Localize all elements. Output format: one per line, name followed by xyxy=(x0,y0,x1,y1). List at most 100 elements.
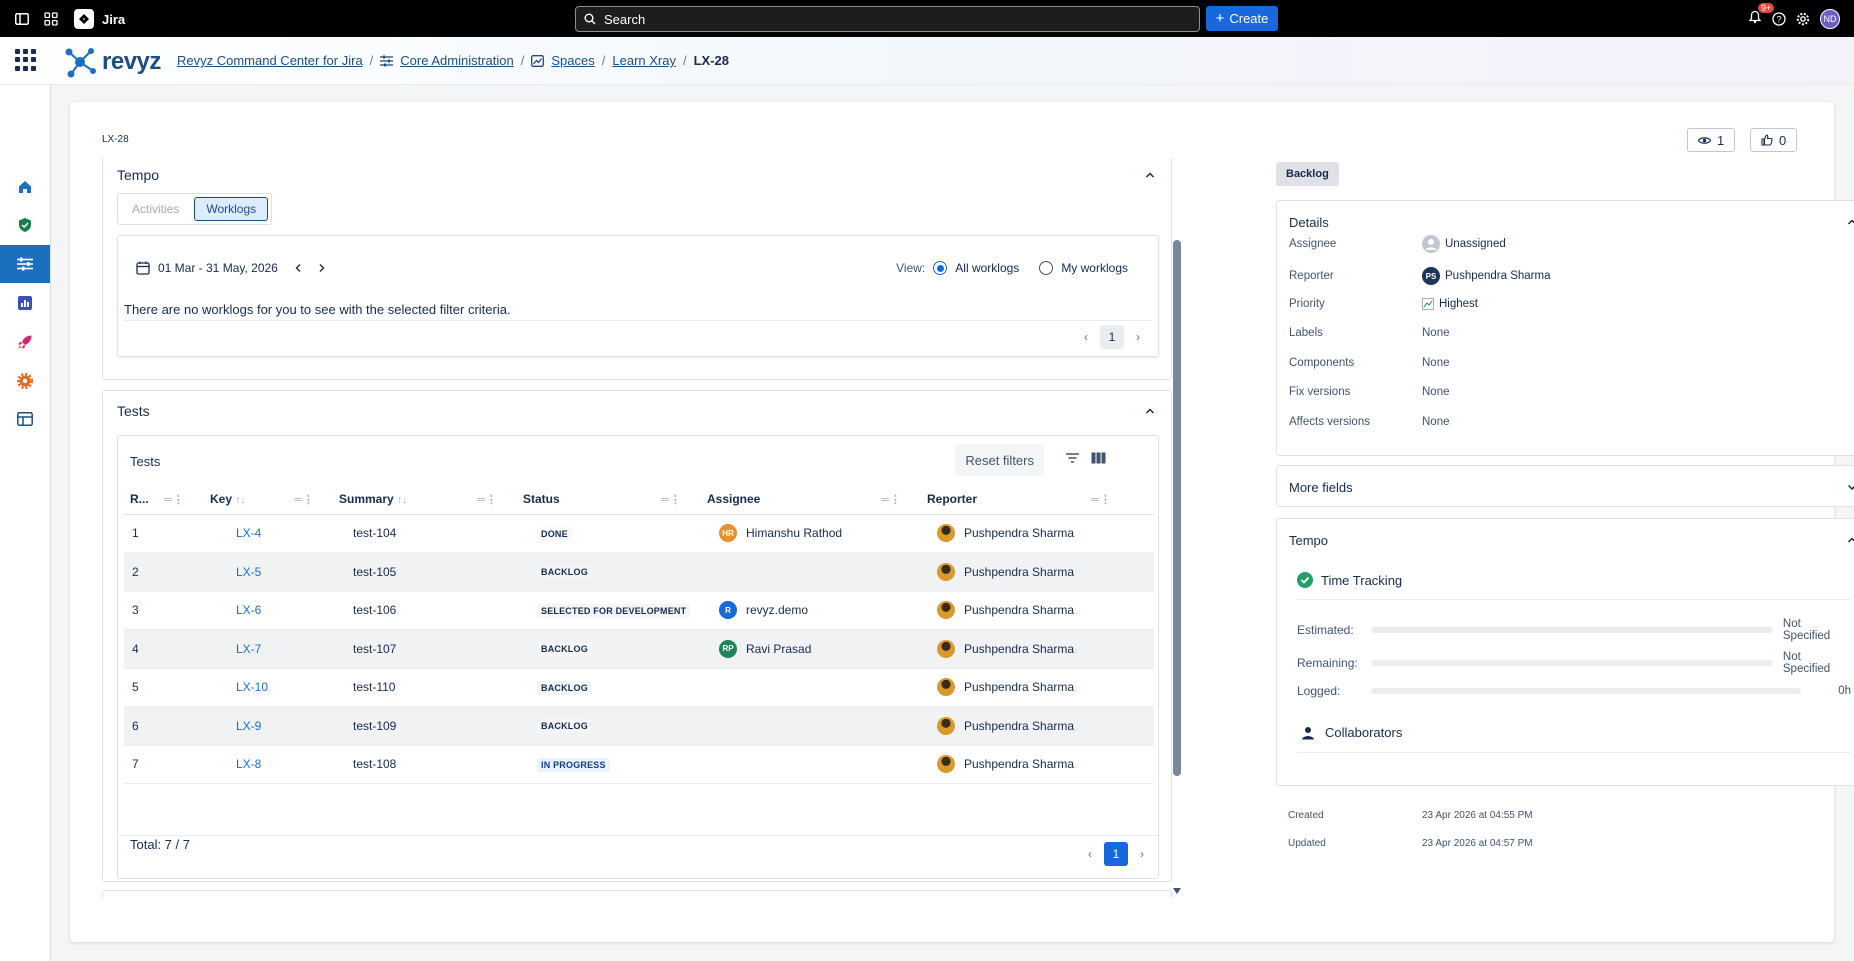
prev-page-icon[interactable]: ‹ xyxy=(1088,847,1092,861)
tests-pagination: ‹ 1 › xyxy=(1088,842,1144,866)
watch-button[interactable]: 1 xyxy=(1687,128,1736,152)
table-row[interactable]: 2 LX-5 test-105 BACKLOG Pushpendra Sharm… xyxy=(124,552,1154,592)
sidebar-item-reports[interactable] xyxy=(0,284,50,322)
tempo-panel-title: Tempo xyxy=(1289,533,1329,548)
reporter-value[interactable]: PS Pushpendra Sharma xyxy=(1422,267,1550,285)
labels-value[interactable]: None xyxy=(1422,327,1450,339)
tab-activities[interactable]: Activities xyxy=(121,197,190,221)
sidebar-toggle-icon[interactable] xyxy=(13,10,31,28)
column-header-rank[interactable]: R... ═ ⋮ xyxy=(124,484,204,515)
chevron-up-icon[interactable] xyxy=(1145,170,1155,180)
view-label: View: xyxy=(896,261,926,275)
chevron-down-icon[interactable] xyxy=(1847,482,1854,492)
reset-filters-button[interactable]: Reset filters xyxy=(955,444,1044,476)
search-input[interactable]: Search xyxy=(575,6,1200,32)
breadcrumb-core-administration[interactable]: Core Administration xyxy=(400,53,513,68)
jira-logo[interactable]: Jira xyxy=(74,9,125,29)
all-worklogs-label[interactable]: All worklogs xyxy=(955,261,1019,275)
table-row[interactable]: 4 LX-7 test-107 BACKLOG RP Ravi Prasad Pu… xyxy=(124,629,1154,669)
tempo-panel: Tempo Time Tracking Estimated: Not Speci… xyxy=(1276,518,1854,786)
fix-versions-value[interactable]: None xyxy=(1422,386,1450,398)
chevron-up-icon[interactable] xyxy=(1847,217,1854,227)
field-assignee: Assignee Unassigned xyxy=(1289,235,1506,253)
collaborators-header[interactable]: Collaborators xyxy=(1301,725,1402,740)
issue-view-card: LX-28 1 0 Tempo Activities Worklogs 01 M… xyxy=(70,102,1854,942)
scrollbar-thumb[interactable] xyxy=(1173,240,1181,776)
all-worklogs-radio[interactable] xyxy=(933,261,948,275)
column-header-status[interactable]: Status ═ ⋮ xyxy=(517,484,701,515)
breadcrumb-learn-xray[interactable]: Learn Xray xyxy=(612,53,676,68)
vote-button[interactable]: 0 xyxy=(1750,128,1798,152)
settings-gear-icon[interactable] xyxy=(1796,12,1810,26)
date-range-picker[interactable]: 01 Mar - 31 May, 2026 xyxy=(136,261,328,275)
chevron-left-icon[interactable] xyxy=(292,263,306,273)
next-page-icon[interactable]: › xyxy=(1136,330,1140,344)
sidebar-item-administration[interactable] xyxy=(0,245,50,283)
issue-key-link[interactable]: LX-4 xyxy=(236,526,261,540)
issue-key-link[interactable]: LX-5 xyxy=(236,565,261,579)
issue-key-link[interactable]: LX-9 xyxy=(236,719,261,733)
rank-cell: 7 xyxy=(124,745,204,784)
help-icon[interactable]: ? xyxy=(1772,11,1786,26)
status-button[interactable]: Backlog xyxy=(1276,162,1339,186)
issue-key-link[interactable]: LX-7 xyxy=(236,642,261,656)
table-row[interactable]: 6 LX-9 test-109 BACKLOG Pushpendra Sharm… xyxy=(124,706,1154,746)
prev-page-icon[interactable]: ‹ xyxy=(1084,330,1088,344)
breadcrumb-command-center[interactable]: Revyz Command Center for Jira xyxy=(177,53,363,68)
reporter-name: Pushpendra Sharma xyxy=(964,564,1075,579)
chevron-right-icon[interactable] xyxy=(314,263,328,273)
next-page-icon[interactable]: › xyxy=(1140,847,1144,861)
chevron-up-icon[interactable] xyxy=(1847,535,1854,545)
column-header-assignee[interactable]: Assignee ═ ⋮ xyxy=(701,484,921,515)
updated-value: 23 Apr 2026 at 04:57 PM xyxy=(1422,838,1533,849)
issue-key-link[interactable]: LX-8 xyxy=(236,757,261,771)
tempo-tabs: Activities Worklogs xyxy=(117,193,273,225)
filter-icon[interactable] xyxy=(1065,452,1080,464)
avatar xyxy=(937,678,955,697)
user-avatar[interactable]: ND xyxy=(1820,8,1840,29)
table-row[interactable]: 1 LX-4 test-104 DONE HR Himanshu Rathod P… xyxy=(124,514,1154,553)
estimated-value: Not Specified xyxy=(1782,618,1831,642)
rank-cell: 1 xyxy=(124,514,204,553)
left-sidebar xyxy=(0,85,51,961)
sidebar-item-security[interactable] xyxy=(0,206,50,244)
my-worklogs-radio[interactable] xyxy=(1039,261,1054,275)
field-label: Priority xyxy=(1289,298,1325,310)
create-button[interactable]: + Create xyxy=(1206,6,1278,31)
app-switcher-icon[interactable] xyxy=(42,10,60,28)
sidebar-item-tables[interactable] xyxy=(0,400,50,438)
column-header-reporter[interactable]: Reporter ═ ⋮ xyxy=(921,484,1154,515)
details-panel: Details Assignee Unassigned Reporter PS … xyxy=(1276,200,1854,456)
rank-cell: 4 xyxy=(124,629,204,669)
issue-key-link[interactable]: LX-10 xyxy=(236,680,268,694)
notifications-button[interactable]: 9+ xyxy=(1748,3,1775,27)
affects-versions-value[interactable]: None xyxy=(1422,416,1450,428)
page-1-button[interactable]: 1 xyxy=(1104,842,1128,866)
page-1-button[interactable]: 1 xyxy=(1100,325,1124,349)
column-header-key[interactable]: Key ↑↓ ═ ⋮ xyxy=(204,484,333,515)
sidebar-item-launch[interactable] xyxy=(0,323,50,361)
tab-worklogs[interactable]: Worklogs xyxy=(194,197,269,221)
assignee-value[interactable]: Unassigned xyxy=(1422,235,1506,253)
sidebar-item-home[interactable] xyxy=(0,168,50,206)
priority-value[interactable]: Highest xyxy=(1422,298,1478,310)
scroll-down-arrow-icon[interactable] xyxy=(1172,887,1182,895)
issue-key-link[interactable]: LX-6 xyxy=(236,603,261,617)
tests-section: Tests Tests Reset filters R... ═ ⋮ Key ↑↓… xyxy=(102,390,1172,882)
column-header-summary[interactable]: Summary ↑↓ ═ ⋮ xyxy=(333,484,517,515)
table-row[interactable]: 3 LX-6 test-106 SELECTED FOR DEVELOPMENT… xyxy=(124,591,1154,630)
assignee-cell xyxy=(701,668,921,707)
field-label: Reporter xyxy=(1289,270,1334,282)
table-row[interactable]: 5 LX-10 test-110 BACKLOG Pushpendra Shar… xyxy=(124,668,1154,707)
columns-icon[interactable] xyxy=(1091,452,1106,464)
more-fields-panel[interactable]: More fields xyxy=(1276,465,1854,507)
chevron-up-icon[interactable] xyxy=(1145,406,1155,416)
apps-grid-icon[interactable] xyxy=(15,49,37,71)
sidebar-item-settings[interactable] xyxy=(0,362,50,400)
components-value[interactable]: None xyxy=(1422,357,1450,369)
thumbs-up-icon xyxy=(1761,134,1773,146)
breadcrumb-spaces[interactable]: Spaces xyxy=(551,53,594,68)
table-row[interactable]: 7 LX-8 test-108 IN PROGRESS Pushpendra S… xyxy=(124,745,1154,784)
revyz-logo[interactable]: revyz xyxy=(62,45,161,79)
my-worklogs-label[interactable]: My worklogs xyxy=(1061,261,1128,275)
